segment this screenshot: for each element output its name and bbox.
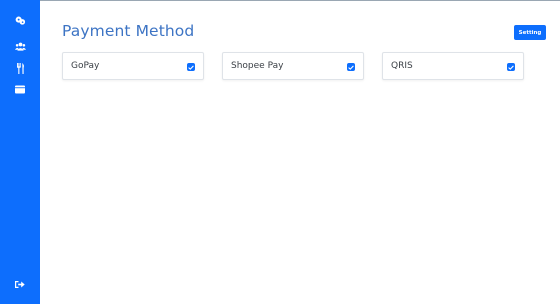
- utensils-icon[interactable]: [12, 60, 28, 76]
- users-icon[interactable]: [12, 38, 28, 54]
- cookie-icon[interactable]: [12, 12, 28, 28]
- sidebar: [0, 0, 40, 304]
- header-divider: [40, 0, 560, 1]
- payment-method-label: GoPay: [71, 61, 100, 71]
- app-window: Payment Method Setting GoPay Shopee Pay …: [0, 0, 560, 304]
- page-title: Payment Method: [62, 22, 195, 40]
- check-icon: [508, 65, 514, 70]
- enabled-checkbox[interactable]: [507, 63, 515, 71]
- setting-button[interactable]: Setting: [514, 25, 546, 40]
- payment-method-card-qris: QRIS: [382, 52, 524, 80]
- wallet-icon[interactable]: [12, 81, 28, 97]
- enabled-checkbox[interactable]: [187, 63, 195, 71]
- enabled-checkbox[interactable]: [347, 63, 355, 71]
- check-icon: [348, 65, 354, 70]
- payment-method-label: QRIS: [391, 61, 413, 71]
- payment-method-label: Shopee Pay: [231, 61, 284, 71]
- check-icon: [188, 65, 194, 70]
- sign-out-icon[interactable]: [12, 276, 28, 292]
- payment-method-card-gopay: GoPay: [62, 52, 204, 80]
- payment-method-card-shopee-pay: Shopee Pay: [222, 52, 364, 80]
